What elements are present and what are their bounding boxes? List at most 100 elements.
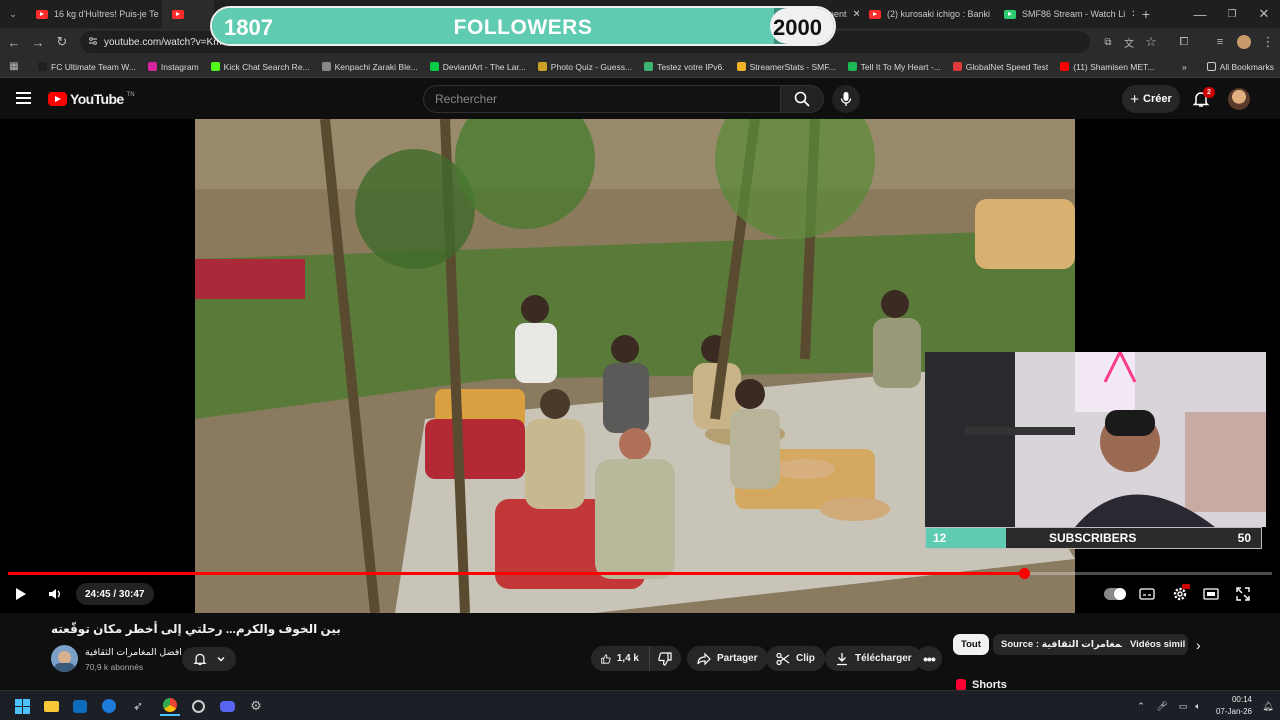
channel-avatar[interactable] bbox=[51, 645, 78, 672]
site-info-icon[interactable] bbox=[88, 36, 98, 46]
bookmark-favicon-icon bbox=[1060, 62, 1070, 71]
bookmark-star-icon[interactable]: ☆ bbox=[1139, 30, 1163, 54]
like-button[interactable]: 1,4 k bbox=[591, 646, 649, 671]
chip-tout[interactable]: Tout bbox=[953, 634, 989, 655]
extensions-icon[interactable]: ⧠ bbox=[1172, 30, 1196, 54]
channel-name[interactable]: افضل المغامرات الثقافية bbox=[85, 647, 182, 658]
clip-button[interactable]: Clip bbox=[766, 646, 825, 671]
player-controls: 24:45 / 30:47 bbox=[0, 581, 1280, 607]
new-tab-plus-icon[interactable]: + bbox=[1134, 2, 1158, 26]
bookmark-label: StreamerStats - SMF... bbox=[749, 61, 836, 72]
hamburger-menu-icon[interactable] bbox=[16, 92, 31, 104]
settings-gear-icon[interactable]: ⚙ bbox=[246, 696, 266, 716]
tray-mic-icon[interactable]: 🎤︎ bbox=[1152, 696, 1172, 716]
notifications-button[interactable]: 2 bbox=[1192, 87, 1215, 110]
back-arrow-icon[interactable]: ← bbox=[2, 30, 26, 54]
tab-title: (2) kurosaki ichigo : Banki bbox=[887, 9, 991, 19]
windows-start-icon[interactable] bbox=[12, 696, 32, 716]
bookmark-item[interactable]: Instagram bbox=[142, 62, 205, 72]
account-avatar[interactable] bbox=[1228, 88, 1250, 110]
bell-icon bbox=[192, 653, 207, 666]
browser-tab-1[interactable]: 16 kg d'Huîtres! Puis-je Te ✕ bbox=[26, 0, 162, 28]
bookmark-item[interactable]: (11) Shamisen MET... bbox=[1054, 62, 1160, 72]
search-button[interactable] bbox=[780, 85, 824, 113]
tray-chevron-up-icon[interactable]: ⌃ bbox=[1131, 696, 1151, 716]
all-bookmarks-folder[interactable]: All Bookmarks bbox=[1201, 62, 1280, 72]
notification-center-icon[interactable]: 🔔︎ bbox=[1258, 696, 1278, 716]
youtube-favicon-icon bbox=[869, 9, 881, 19]
translate-icon[interactable]: 文 bbox=[1117, 30, 1141, 54]
discord-icon[interactable] bbox=[217, 696, 237, 716]
bookmark-item[interactable]: GlobalNet Speed Test bbox=[947, 62, 1055, 72]
chip-similar-videos[interactable]: Vidéos simil bbox=[1122, 634, 1188, 655]
media-control-icon[interactable]: ≡ bbox=[1208, 30, 1232, 54]
play-button[interactable] bbox=[10, 584, 32, 604]
bookmark-label: Kenpachi Zaraki Ble... bbox=[334, 61, 418, 72]
steam-icon[interactable]: ➶ bbox=[128, 696, 148, 716]
bookmark-item[interactable]: Photo Quiz - Guess... bbox=[532, 62, 638, 72]
download-icon bbox=[837, 652, 847, 665]
bookmark-item[interactable]: FC Ultimate Team W... bbox=[32, 62, 142, 72]
autoplay-toggle[interactable] bbox=[1104, 588, 1126, 600]
bookmark-label: Kick Chat Search Re... bbox=[223, 61, 310, 72]
bookmark-item[interactable]: Kick Chat Search Re... bbox=[205, 62, 316, 72]
more-horizontal-icon: ••• bbox=[923, 650, 936, 667]
bookmark-item[interactable]: Tell It To My Heart -... bbox=[842, 62, 947, 72]
minimize-icon[interactable]: — bbox=[1184, 2, 1216, 26]
share-button[interactable]: Partager bbox=[687, 646, 768, 671]
stream-favicon-icon bbox=[1004, 9, 1016, 19]
create-label: Créer bbox=[1143, 93, 1172, 105]
create-button[interactable]: + Créer bbox=[1122, 85, 1180, 113]
miniplayer-button[interactable] bbox=[1202, 585, 1220, 603]
chips-next-chevron-icon[interactable]: › bbox=[1196, 637, 1201, 653]
video-player[interactable]: 12 SUBSCRIBERS 50 24:45 / 30:47 bbox=[0, 119, 1280, 613]
followers-goal-bar: 1807 FOLLOWERS 2000 bbox=[210, 6, 836, 46]
tab-title: SMF86 Stream - Watch Li bbox=[1022, 9, 1126, 19]
browser-tab-2[interactable] bbox=[162, 0, 214, 28]
autoplay-knob bbox=[1114, 588, 1126, 600]
youtube-logo[interactable]: YouTube TN bbox=[48, 91, 135, 107]
subtitles-button[interactable] bbox=[1138, 585, 1156, 603]
profile-avatar[interactable] bbox=[1237, 35, 1251, 49]
speaker-icon[interactable]: 🔈︎ bbox=[1188, 696, 1208, 716]
video-progress-bar[interactable] bbox=[8, 568, 1272, 579]
browser-tab-4[interactable]: (2) kurosaki ichigo : Banki ✕ bbox=[859, 0, 994, 28]
download-button[interactable]: Télécharger bbox=[825, 646, 922, 671]
bookmark-item[interactable]: DeviantArt - The Lar... bbox=[424, 62, 532, 72]
outlook-icon[interactable] bbox=[70, 696, 90, 716]
youtube-favicon-icon bbox=[36, 9, 48, 19]
search-input[interactable]: Rechercher bbox=[423, 85, 781, 113]
restore-icon[interactable]: ❐ bbox=[1216, 2, 1248, 26]
more-actions-button[interactable]: ••• bbox=[916, 646, 942, 671]
apps-grid-icon[interactable]: ▦ bbox=[2, 55, 26, 79]
clock-date: 07-Jan-26 bbox=[1215, 707, 1252, 716]
bookmark-label: FC Ultimate Team W... bbox=[51, 61, 136, 72]
subscribers-goal-bar: 12 SUBSCRIBERS 50 bbox=[925, 527, 1262, 549]
bookmark-label: DeviantArt - The Lar... bbox=[442, 61, 526, 72]
bookmark-item[interactable]: StreamerStats - SMF... bbox=[731, 62, 842, 72]
file-explorer-icon[interactable] bbox=[41, 696, 61, 716]
volume-button[interactable] bbox=[44, 584, 66, 604]
chrome-icon[interactable] bbox=[160, 696, 180, 716]
browser-menu-icon[interactable]: ⋮ bbox=[1256, 30, 1280, 54]
settings-button[interactable] bbox=[1170, 584, 1190, 604]
subscribers-count: 12 bbox=[933, 531, 947, 545]
browser-tab-5[interactable]: SMF86 Stream - Watch Li ✕ bbox=[994, 0, 1134, 28]
bookmarks-overflow-chevron-icon[interactable]: » bbox=[1168, 62, 1201, 72]
app-icon[interactable] bbox=[188, 696, 208, 716]
forward-arrow-icon[interactable]: → bbox=[26, 30, 50, 54]
fullscreen-button[interactable] bbox=[1234, 585, 1252, 603]
bookmark-favicon-icon bbox=[847, 62, 857, 71]
bookmark-item[interactable]: Kenpachi Zaraki Ble... bbox=[316, 62, 424, 72]
plus-icon: + bbox=[1130, 90, 1139, 108]
dislike-button[interactable] bbox=[649, 646, 681, 671]
system-clock[interactable]: 00:14 07-Jan-26 bbox=[1216, 694, 1252, 718]
window-close-icon[interactable]: ✕ bbox=[1248, 2, 1280, 26]
edge-icon[interactable] bbox=[99, 696, 119, 716]
reload-icon[interactable]: ↻ bbox=[50, 30, 74, 54]
voice-search-button[interactable] bbox=[832, 85, 860, 113]
bookmark-item[interactable]: Testez votre IPv6. bbox=[638, 62, 731, 72]
tab-search-icon[interactable]: ⌄ bbox=[0, 2, 26, 26]
subscription-notifications-button[interactable] bbox=[182, 647, 236, 671]
play-icon bbox=[16, 588, 26, 600]
